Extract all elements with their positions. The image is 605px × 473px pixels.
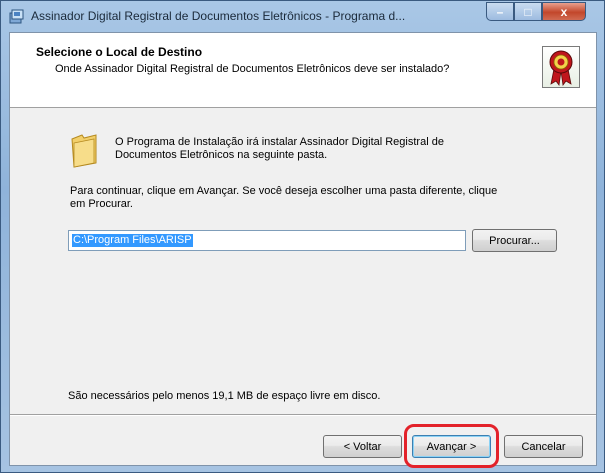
footer-divider (10, 414, 596, 416)
maximize-button[interactable]: □ (514, 2, 542, 21)
intro-line: O Programa de Instalação irá instalar As… (115, 136, 444, 148)
install-intro-text: O Programa de Instalação irá instalar As… (115, 136, 535, 162)
next-button-highlight-ring (404, 424, 499, 468)
path-selected-text: C:\Program Files\ARISP (72, 234, 193, 247)
setup-icon (9, 9, 24, 24)
disk-space-text: São necessários pelo menos 19,1 MB de es… (68, 390, 381, 402)
destination-path-input[interactable]: C:\Program Files\ARISP (68, 230, 466, 251)
window-title: Assinador Digital Registral de Documento… (31, 9, 406, 23)
wizard-header: Selecione o Local de Destino Onde Assina… (10, 33, 596, 108)
window-controls: – □ x (486, 2, 586, 22)
page-subtitle: Onde Assinador Digital Registral de Docu… (55, 63, 450, 75)
folder-icon (71, 134, 97, 168)
title-bar[interactable]: Assinador Digital Registral de Documento… (1, 1, 604, 31)
instruction-line: em Procurar. (70, 198, 133, 210)
minimize-button[interactable]: – (486, 2, 514, 21)
browse-button[interactable]: Procurar... (472, 229, 557, 252)
page-title: Selecione o Local de Destino (36, 45, 203, 59)
continue-instructions: Para continuar, clique em Avançar. Se vo… (70, 185, 560, 211)
dialog-client-area: Selecione o Local de Destino Onde Assina… (9, 32, 597, 468)
close-button[interactable]: x (542, 2, 586, 21)
instruction-line: Para continuar, clique em Avançar. Se vo… (70, 185, 498, 197)
award-ribbon-icon (542, 46, 580, 88)
cancel-button[interactable]: Cancelar (504, 435, 583, 458)
back-button[interactable]: < Voltar (323, 435, 402, 458)
intro-line: Documentos Eletrônicos na seguinte pasta… (115, 149, 328, 161)
installer-window: Assinador Digital Registral de Documento… (0, 0, 605, 473)
